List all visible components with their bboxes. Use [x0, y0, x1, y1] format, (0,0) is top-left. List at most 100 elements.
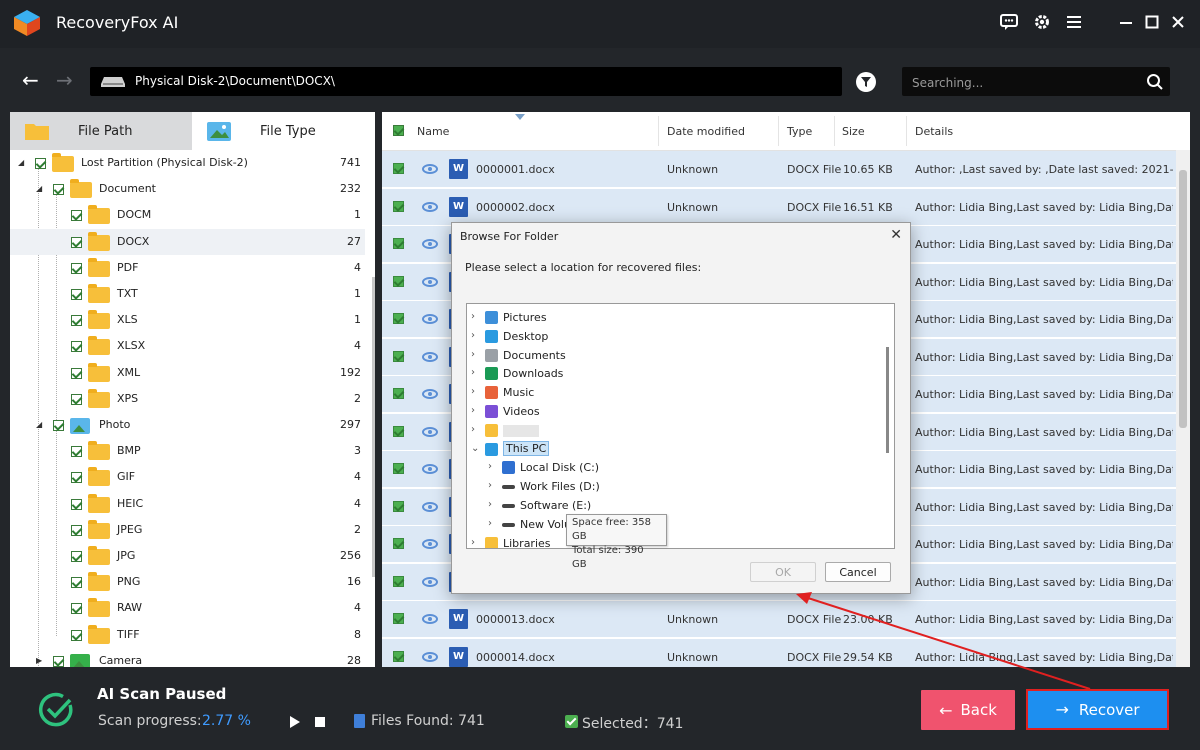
tree-item-checkbox[interactable]	[71, 289, 82, 300]
back-arrow-icon[interactable]: ←	[22, 68, 39, 92]
tree-item-raw[interactable]: RAW 4	[10, 595, 365, 621]
tree-item-checkbox[interactable]	[71, 446, 82, 458]
stop-icon[interactable]	[315, 717, 325, 727]
tree-item-lost-partition-physical-disk-2[interactable]: ◢ Lost Partition (Physical Disk-2) 741	[10, 150, 365, 176]
row-checkbox[interactable]	[393, 350, 404, 362]
folder-item-work-files-d[interactable]: › Work Files (D:)	[484, 477, 884, 496]
ok-button[interactable]: OK	[750, 562, 816, 582]
folder-item-local-disk-c[interactable]: › Local Disk (C:)	[484, 458, 884, 477]
preview-eye-icon[interactable]	[422, 276, 438, 287]
folder-item-unnamed[interactable]: ›	[467, 421, 867, 440]
left-scrollbar[interactable]	[372, 277, 375, 577]
menu-icon[interactable]	[1062, 10, 1086, 34]
tree-expander-icon[interactable]: ◢	[36, 184, 42, 193]
chevron-right-icon[interactable]: ›	[488, 499, 492, 510]
tree-expander-icon[interactable]: ◢	[18, 158, 24, 167]
preview-eye-icon[interactable]	[422, 464, 438, 474]
chevron-right-icon[interactable]: ›	[471, 424, 475, 435]
preview-eye-icon[interactable]	[422, 201, 438, 212]
preview-eye-icon[interactable]	[422, 314, 438, 324]
row-checkbox[interactable]	[393, 538, 404, 549]
row-checkbox[interactable]	[393, 275, 404, 287]
tree-item-checkbox[interactable]	[53, 420, 64, 431]
filter-icon[interactable]	[856, 72, 876, 92]
chevron-down-icon[interactable]: ⌄	[471, 443, 479, 454]
chevron-right-icon[interactable]: ›	[471, 537, 475, 548]
tree-item-checkbox[interactable]	[71, 629, 82, 641]
recover-button[interactable]: → Recover	[1026, 689, 1169, 730]
tree-item-checkbox[interactable]	[35, 158, 46, 169]
minimize-icon[interactable]	[1114, 10, 1138, 34]
tree-item-checkbox[interactable]	[71, 210, 82, 222]
cancel-button[interactable]: Cancel	[825, 562, 891, 582]
close-icon[interactable]	[1166, 10, 1190, 34]
tree-item-checkbox[interactable]	[71, 498, 82, 510]
tree-item-photo[interactable]: ◢ Photo 297	[10, 412, 365, 438]
column-type[interactable]: Type	[787, 125, 812, 138]
chevron-right-icon[interactable]: ›	[471, 405, 475, 416]
chevron-right-icon[interactable]: ›	[471, 330, 475, 341]
row-checkbox[interactable]	[393, 575, 404, 587]
folder-tree-scrollbar[interactable]	[886, 347, 889, 453]
chevron-right-icon[interactable]: ›	[488, 461, 492, 472]
row-checkbox[interactable]	[393, 463, 404, 474]
tab-file-type[interactable]: File Type	[192, 112, 375, 150]
preview-eye-icon[interactable]	[422, 576, 438, 587]
tree-expander-icon[interactable]: ◢	[36, 420, 42, 429]
search-icon[interactable]	[1146, 73, 1164, 91]
tree-item-checkbox[interactable]	[71, 551, 82, 562]
tree-item-checkbox[interactable]	[71, 341, 82, 353]
tree-item-xls[interactable]: XLS 1	[10, 307, 365, 333]
tree-item-checkbox[interactable]	[53, 184, 64, 196]
chevron-right-icon[interactable]: ›	[471, 386, 475, 397]
tree-item-checkbox[interactable]	[71, 367, 82, 379]
folder-item-libraries[interactable]: › Libraries	[467, 534, 867, 548]
tree-item-checkbox[interactable]	[71, 236, 82, 248]
tree-item-docm[interactable]: DOCM 1	[10, 202, 365, 228]
folder-item-desktop[interactable]: › Desktop	[467, 327, 867, 346]
folder-item-this-pc[interactable]: ⌄ This PC	[467, 440, 867, 459]
tree-item-txt[interactable]: TXT 1	[10, 281, 365, 307]
tree-item-checkbox[interactable]	[71, 524, 82, 536]
feedback-icon[interactable]	[997, 10, 1021, 34]
tree-item-jpg[interactable]: JPG 256	[10, 543, 365, 569]
folder-item-documents[interactable]: › Documents	[467, 346, 867, 365]
folder-item-pictures[interactable]: › Pictures	[467, 308, 867, 327]
row-checkbox[interactable]	[393, 163, 404, 174]
row-checkbox[interactable]	[393, 650, 404, 662]
tree-item-checkbox[interactable]	[71, 472, 82, 484]
preview-eye-icon[interactable]	[422, 239, 438, 249]
forward-arrow-icon[interactable]: →	[56, 68, 73, 92]
preview-eye-icon[interactable]	[422, 539, 438, 549]
tree-item-checkbox[interactable]	[53, 655, 64, 667]
column-details[interactable]: Details	[915, 125, 953, 138]
row-checkbox[interactable]	[393, 200, 404, 212]
preview-eye-icon[interactable]	[422, 614, 438, 624]
tree-item-tiff[interactable]: TIFF 8	[10, 622, 365, 648]
tree-item-xml[interactable]: XML 192	[10, 360, 365, 386]
tree-item-checkbox[interactable]	[71, 577, 82, 589]
tree-item-camera[interactable]: ▶ Camera 28	[10, 648, 365, 667]
maximize-icon[interactable]	[1140, 10, 1164, 34]
row-checkbox[interactable]	[393, 388, 404, 399]
row-checkbox[interactable]	[393, 613, 404, 624]
preview-eye-icon[interactable]	[422, 164, 438, 174]
folder-item-new-volu[interactable]: › New Volu	[484, 515, 884, 534]
tree-expander-icon[interactable]: ▶	[36, 656, 42, 665]
column-name[interactable]: Name	[417, 125, 449, 138]
folder-item-music[interactable]: › Music	[467, 383, 867, 402]
preview-eye-icon[interactable]	[422, 501, 438, 512]
file-row[interactable]: W 0000002.docx Unknown DOCX File 16.51 KB Aut…	[382, 188, 1176, 226]
file-row[interactable]: W 0000013.docx Unknown DOCX File 23.00 KB Aut…	[382, 601, 1176, 638]
chevron-right-icon[interactable]: ›	[488, 518, 492, 529]
tree-item-document[interactable]: ◢ Document 232	[10, 176, 365, 202]
row-checkbox[interactable]	[393, 500, 404, 512]
chevron-right-icon[interactable]: ›	[488, 480, 492, 491]
right-scrollbar-thumb[interactable]	[1179, 170, 1187, 428]
preview-eye-icon[interactable]	[422, 351, 438, 362]
chevron-right-icon[interactable]: ›	[471, 367, 475, 378]
tree-item-checkbox[interactable]	[71, 603, 82, 615]
path-bar[interactable]: Physical Disk-2\Document\DOCX\	[90, 67, 842, 96]
preview-eye-icon[interactable]	[422, 389, 438, 399]
select-all-checkbox[interactable]	[393, 125, 404, 136]
